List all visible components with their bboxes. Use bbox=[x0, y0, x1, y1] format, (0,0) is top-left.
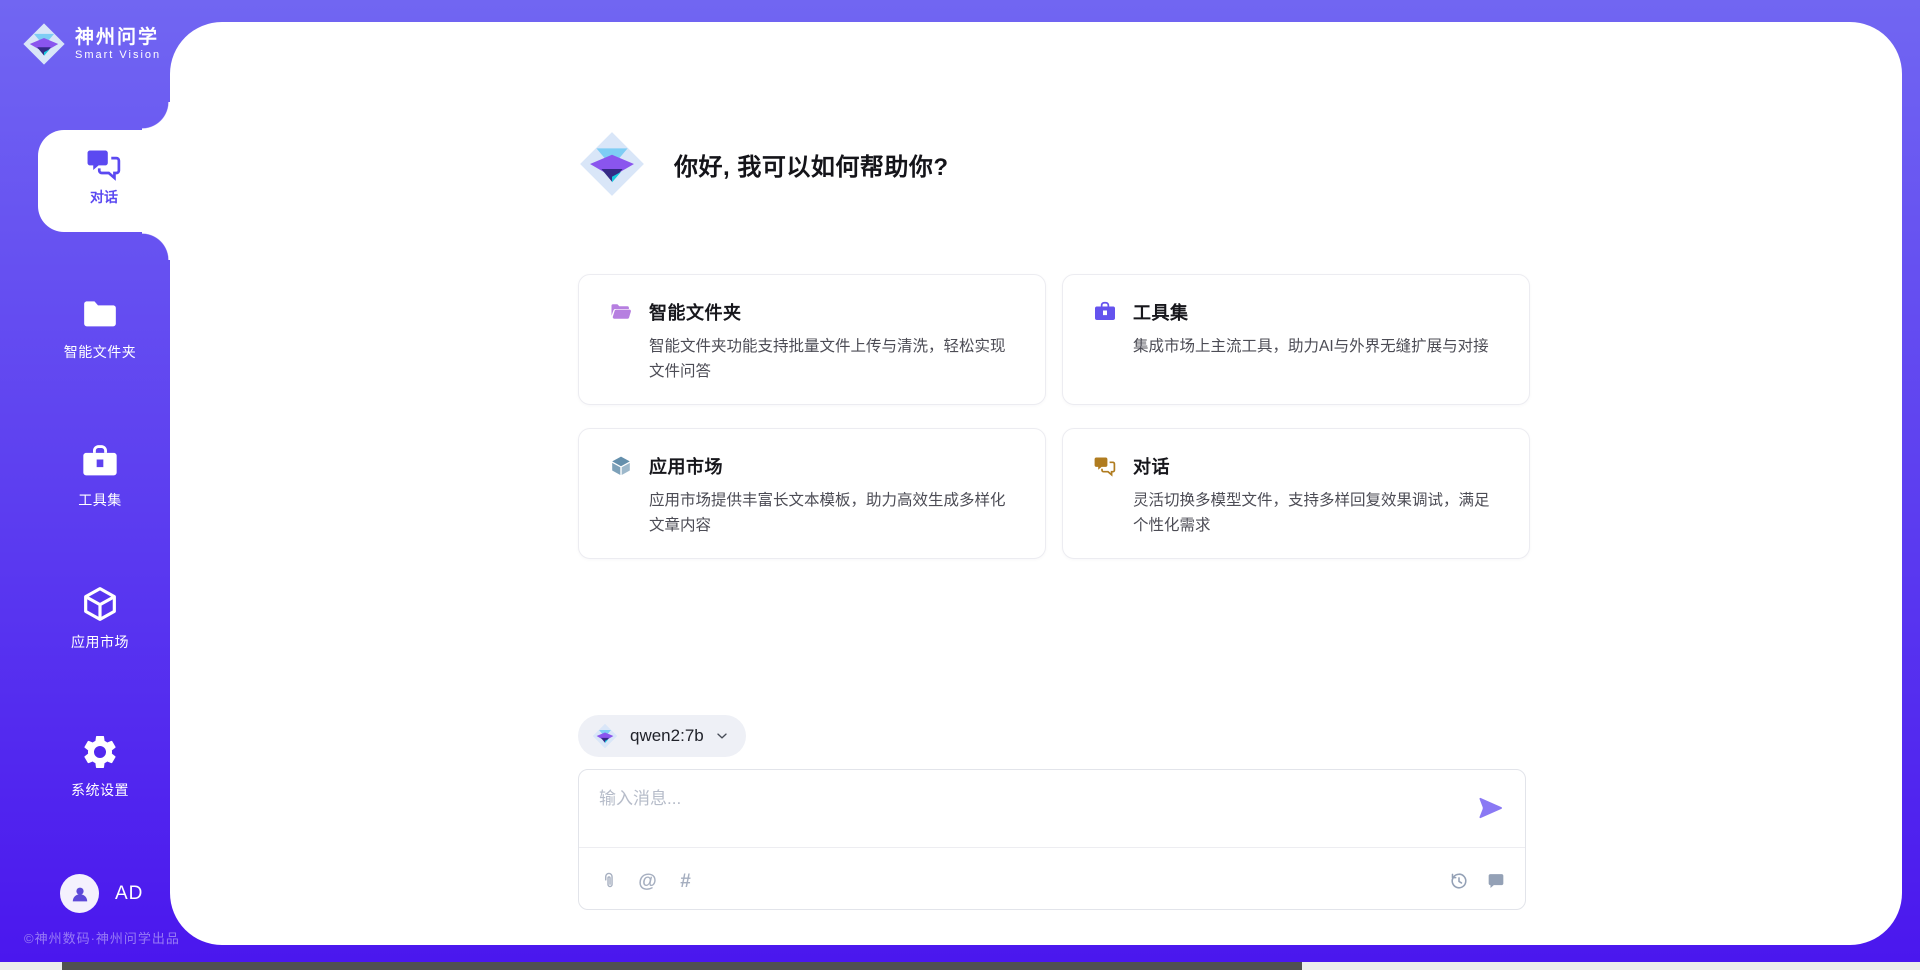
greeting-title: 你好, 我可以如何帮助你? bbox=[674, 147, 949, 182]
sidebar-item-smart-folder[interactable]: 智能文件夹 bbox=[15, 294, 185, 362]
sidebar-item-label: 工具集 bbox=[78, 492, 122, 508]
chat-icon bbox=[1093, 454, 1117, 478]
card-description: 智能文件夹功能支持批量文件上传与清洗，轻松实现文件问答 bbox=[649, 334, 1017, 384]
brand-subtitle: Smart Vision bbox=[75, 49, 161, 62]
card-smart-folder[interactable]: 智能文件夹 智能文件夹功能支持批量文件上传与清洗，轻松实现文件问答 bbox=[578, 274, 1046, 405]
chat-icon bbox=[85, 145, 123, 183]
greeting: 你好, 我可以如何帮助你? bbox=[578, 130, 949, 198]
send-button[interactable] bbox=[1477, 794, 1505, 822]
horizontal-scrollbar bbox=[0, 962, 1920, 970]
folder-icon bbox=[80, 294, 120, 334]
card-title: 应用市场 bbox=[649, 453, 723, 479]
send-icon bbox=[1477, 794, 1505, 822]
sidebar: 神州问学 Smart Vision 对话 智能文件夹 工具集 应用市场 系统设置… bbox=[0, 0, 170, 970]
chat-bubble-icon bbox=[1485, 870, 1507, 892]
chevron-down-icon bbox=[714, 728, 730, 744]
attach-file-button[interactable] bbox=[599, 871, 620, 892]
active-tab-fillet-bottom bbox=[142, 232, 170, 260]
composer-divider bbox=[579, 847, 1525, 848]
card-toolset[interactable]: 工具集 集成市场上主流工具，助力AI与外界无缝扩展与对接 bbox=[1062, 274, 1530, 405]
sidebar-item-settings[interactable]: 系统设置 bbox=[15, 732, 185, 800]
model-logo-icon bbox=[592, 723, 618, 749]
sidebar-item-app-market[interactable]: 应用市场 bbox=[15, 584, 185, 652]
card-title: 对话 bbox=[1133, 453, 1170, 479]
active-tab-fillet-top bbox=[142, 102, 170, 130]
gear-icon bbox=[80, 732, 120, 772]
message-composer: @ # bbox=[578, 769, 1526, 910]
card-app-market[interactable]: 应用市场 应用市场提供丰富长文本模板，助力高效生成多样化文章内容 bbox=[578, 428, 1046, 559]
cube-icon bbox=[80, 584, 120, 624]
person-icon bbox=[68, 882, 92, 906]
message-input[interactable] bbox=[599, 784, 1439, 840]
card-title: 工具集 bbox=[1133, 299, 1189, 325]
toolbox-icon bbox=[80, 442, 120, 482]
brand-name: 神州问学 bbox=[75, 27, 161, 49]
card-chat[interactable]: 对话 灵活切换多模型文件，支持多样回复效果调试，满足个性化需求 bbox=[1062, 428, 1530, 559]
card-description: 集成市场上主流工具，助力AI与外界无缝扩展与对接 bbox=[1133, 334, 1501, 359]
main-panel: 你好, 我可以如何帮助你? 智能文件夹 智能文件夹功能支持批量文件上传与清洗，轻… bbox=[170, 22, 1902, 945]
model-name: qwen2:7b bbox=[630, 726, 704, 746]
sidebar-item-label: 应用市场 bbox=[71, 634, 129, 650]
history-icon bbox=[1448, 870, 1470, 892]
sidebar-item-toolset[interactable]: 工具集 bbox=[15, 442, 185, 510]
card-title: 智能文件夹 bbox=[649, 299, 742, 325]
sidebar-item-label: 系统设置 bbox=[71, 782, 129, 798]
avatar bbox=[60, 874, 99, 913]
card-description: 应用市场提供丰富长文本模板，助力高效生成多样化文章内容 bbox=[649, 488, 1017, 538]
card-description: 灵活切换多模型文件，支持多样回复效果调试，满足个性化需求 bbox=[1133, 488, 1501, 538]
brand-logo-icon bbox=[22, 22, 66, 66]
brand: 神州问学 Smart Vision bbox=[22, 22, 161, 66]
sidebar-item-chat[interactable]: 对话 bbox=[38, 130, 170, 232]
mention-button[interactable]: @ bbox=[637, 871, 658, 892]
sidebar-item-label: 智能文件夹 bbox=[64, 344, 137, 360]
user-account[interactable]: AD bbox=[60, 874, 143, 913]
toolbox-icon bbox=[1093, 300, 1117, 324]
folder-icon bbox=[609, 300, 633, 324]
app-logo-icon bbox=[578, 130, 646, 198]
app-grid-icon bbox=[609, 454, 633, 478]
feature-cards: 智能文件夹 智能文件夹功能支持批量文件上传与清洗，轻松实现文件问答 工具集 集成… bbox=[578, 274, 1530, 559]
history-button[interactable] bbox=[1448, 870, 1470, 892]
copyright-footer: ©神州数码·神州问学出品 bbox=[24, 928, 180, 947]
new-chat-button[interactable] bbox=[1485, 870, 1507, 892]
paperclip-icon bbox=[599, 871, 620, 892]
horizontal-scrollbar-thumb[interactable] bbox=[62, 962, 1302, 970]
user-name: AD bbox=[115, 883, 143, 905]
sidebar-item-label: 对话 bbox=[90, 189, 118, 205]
hashtag-button[interactable]: # bbox=[675, 871, 696, 892]
model-selector[interactable]: qwen2:7b bbox=[578, 715, 746, 757]
